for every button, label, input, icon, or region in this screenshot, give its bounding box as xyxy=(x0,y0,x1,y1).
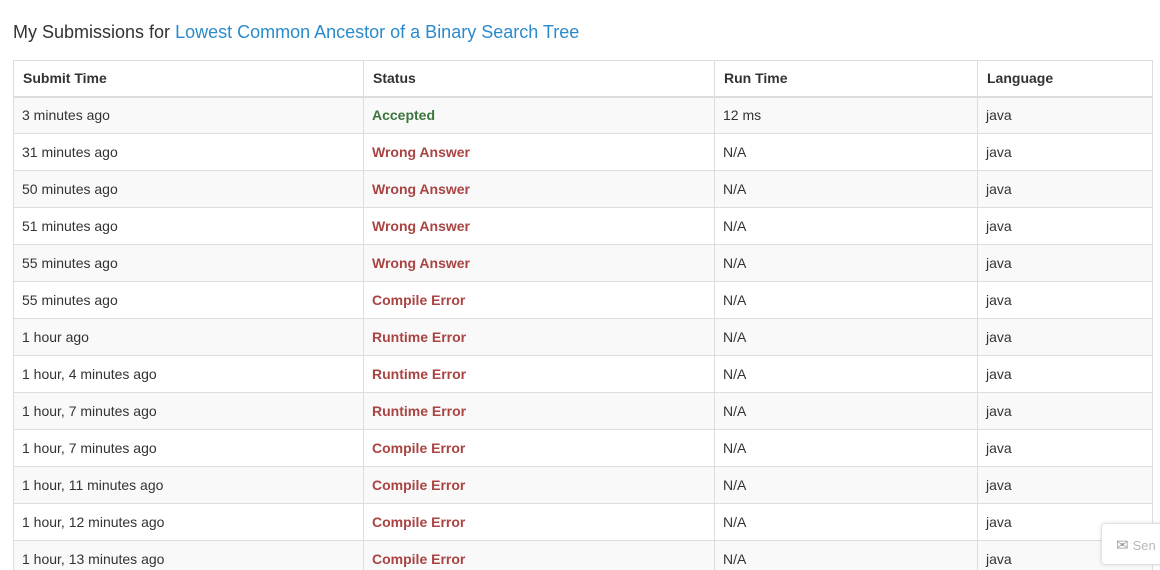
run-time-cell: N/A xyxy=(714,466,978,504)
status-cell: Compile Error xyxy=(363,281,715,319)
table-row: 1 hour, 4 minutes ago Runtime Error N/A jav… xyxy=(13,355,1153,393)
page-title: My Submissions for Lowest Common Ancesto… xyxy=(13,20,579,44)
status-link[interactable]: Runtime Error xyxy=(372,329,466,345)
status-link[interactable]: Wrong Answer xyxy=(372,181,470,197)
status-link[interactable]: Compile Error xyxy=(372,514,465,530)
table-row: 55 minutes ago Wrong Answer N/A java xyxy=(13,244,1153,282)
column-header-status: Status xyxy=(363,60,715,98)
submit-time-cell: 1 hour, 4 minutes ago xyxy=(13,355,364,393)
submit-time-cell: 31 minutes ago xyxy=(13,133,364,171)
status-cell: Runtime Error xyxy=(363,318,715,356)
table-row: 1 hour, 11 minutes ago Compile Error N/A ja… xyxy=(13,466,1153,504)
language-cell: java xyxy=(977,466,1153,504)
run-time-cell: N/A xyxy=(714,170,978,208)
submit-time-cell: 1 hour ago xyxy=(13,318,364,356)
language-cell: java xyxy=(977,318,1153,356)
run-time-cell: N/A xyxy=(714,207,978,245)
submit-time-cell: 50 minutes ago xyxy=(13,170,364,208)
title-prefix: My Submissions for xyxy=(13,22,171,42)
submit-time-cell: 1 hour, 7 minutes ago xyxy=(13,429,364,467)
status-link[interactable]: Accepted xyxy=(372,107,435,123)
language-cell: java xyxy=(977,207,1153,245)
run-time-cell: N/A xyxy=(714,244,978,282)
language-cell: java xyxy=(977,429,1153,467)
submit-time-cell: 55 minutes ago xyxy=(13,281,364,319)
status-cell: Wrong Answer xyxy=(363,207,715,245)
status-link[interactable]: Compile Error xyxy=(372,551,465,567)
submit-time-cell: 3 minutes ago xyxy=(13,96,364,134)
language-cell: java xyxy=(977,170,1153,208)
envelope-icon: ✉ xyxy=(1116,537,1129,554)
table-row: 51 minutes ago Wrong Answer N/A java xyxy=(13,207,1153,245)
column-header-submit-time: Submit Time xyxy=(13,60,364,98)
submit-time-cell: 1 hour, 13 minutes ago xyxy=(13,540,364,570)
language-cell: java xyxy=(977,281,1153,319)
status-link[interactable]: Wrong Answer xyxy=(372,144,470,160)
submit-time-cell: 51 minutes ago xyxy=(13,207,364,245)
status-cell: Wrong Answer xyxy=(363,170,715,208)
table-row: 1 hour, 13 minutes ago Compile Error N/A ja… xyxy=(13,540,1153,570)
run-time-cell: N/A xyxy=(714,503,978,541)
problem-link[interactable]: Lowest Common Ancestor of a Binary Searc… xyxy=(175,22,579,42)
run-time-cell: 12 ms xyxy=(714,96,978,134)
table-body: 3 minutes ago Accepted 12 ms java 31 minutes… xyxy=(13,96,1153,570)
language-cell: java xyxy=(977,96,1153,134)
status-link[interactable]: Runtime Error xyxy=(372,366,466,382)
status-cell: Wrong Answer xyxy=(363,244,715,282)
status-cell: Compile Error xyxy=(363,466,715,504)
send-feedback-label: Sen xyxy=(1132,538,1156,553)
language-cell: java xyxy=(977,392,1153,430)
column-header-language: Language xyxy=(977,60,1153,98)
language-cell: java xyxy=(977,133,1153,171)
status-link[interactable]: Compile Error xyxy=(372,292,465,308)
table-row: 55 minutes ago Compile Error N/A java xyxy=(13,281,1153,319)
submissions-table: Submit Time Status Run Time Language 3 m… xyxy=(13,60,1153,570)
language-cell: java xyxy=(977,244,1153,282)
table-row: 31 minutes ago Wrong Answer N/A java xyxy=(13,133,1153,171)
status-cell: Runtime Error xyxy=(363,355,715,393)
table-row: 1 hour ago Runtime Error N/A java xyxy=(13,318,1153,356)
status-link[interactable]: Runtime Error xyxy=(372,403,466,419)
submit-time-cell: 55 minutes ago xyxy=(13,244,364,282)
status-cell: Compile Error xyxy=(363,503,715,541)
table-row: 50 minutes ago Wrong Answer N/A java xyxy=(13,170,1153,208)
status-link[interactable]: Compile Error xyxy=(372,477,465,493)
table-row: 1 hour, 7 minutes ago Compile Error N/A jav… xyxy=(13,429,1153,467)
status-cell: Runtime Error xyxy=(363,392,715,430)
table-row: 1 hour, 12 minutes ago Compile Error N/A ja… xyxy=(13,503,1153,541)
table-row: 3 minutes ago Accepted 12 ms java xyxy=(13,96,1153,134)
status-cell: Compile Error xyxy=(363,429,715,467)
run-time-cell: N/A xyxy=(714,355,978,393)
status-link[interactable]: Wrong Answer xyxy=(372,255,470,271)
submit-time-cell: 1 hour, 12 minutes ago xyxy=(13,503,364,541)
status-link[interactable]: Wrong Answer xyxy=(372,218,470,234)
submit-time-cell: 1 hour, 7 minutes ago xyxy=(13,392,364,430)
status-cell: Wrong Answer xyxy=(363,133,715,171)
run-time-cell: N/A xyxy=(714,318,978,356)
status-link[interactable]: Compile Error xyxy=(372,440,465,456)
run-time-cell: N/A xyxy=(714,429,978,467)
language-cell: java xyxy=(977,355,1153,393)
column-header-run-time: Run Time xyxy=(714,60,978,98)
run-time-cell: N/A xyxy=(714,133,978,171)
status-cell: Accepted xyxy=(363,96,715,134)
table-row: 1 hour, 7 minutes ago Runtime Error N/A jav… xyxy=(13,392,1153,430)
status-cell: Compile Error xyxy=(363,540,715,570)
run-time-cell: N/A xyxy=(714,281,978,319)
submit-time-cell: 1 hour, 11 minutes ago xyxy=(13,466,364,504)
table-header-row: Submit Time Status Run Time Language xyxy=(13,60,1153,98)
run-time-cell: N/A xyxy=(714,540,978,570)
send-feedback-button[interactable]: ✉ Sen xyxy=(1101,523,1160,565)
run-time-cell: N/A xyxy=(714,392,978,430)
